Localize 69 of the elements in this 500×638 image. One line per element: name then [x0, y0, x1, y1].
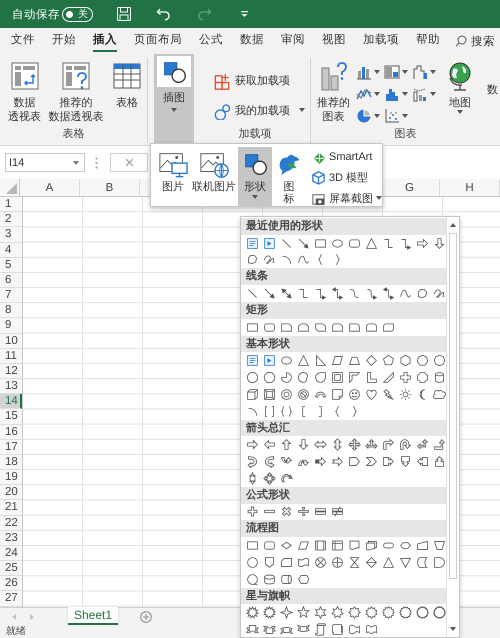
ribbon-tab[interactable]: 页面布局	[134, 28, 182, 52]
ribbon-tab[interactable]: 插入	[93, 28, 117, 52]
status-text: 就绪	[6, 626, 26, 637]
ribbon-tab[interactable]: 审阅	[281, 28, 305, 52]
row-header[interactable]: 17	[0, 440, 22, 455]
row-header[interactable]: 16	[0, 424, 22, 440]
row-header[interactable]: 23	[0, 530, 22, 546]
section-header: 流程图	[241, 520, 446, 538]
row-header[interactable]: 20	[0, 485, 22, 500]
ribbon-tab[interactable]: 帮助	[416, 28, 440, 52]
ribbon-button[interactable]: 推荐的 数据透视表	[46, 58, 106, 126]
row-header[interactable]: 24	[0, 546, 22, 562]
ribbon-button[interactable]: 获取加载项	[212, 70, 305, 90]
ribbon-button[interactable]: 地图	[442, 58, 478, 126]
row-header[interactable]: 6	[0, 272, 22, 288]
sheet-tab[interactable]: Sheet1	[68, 607, 118, 625]
menu-item[interactable]: 联机图片	[190, 147, 238, 206]
row-header[interactable]: 3	[0, 227, 22, 243]
section-header: 最近使用的形状	[241, 218, 446, 235]
row-header[interactable]: 2	[0, 212, 22, 228]
section-header: 箭头总汇	[241, 420, 446, 436]
section-header: 矩形	[241, 302, 446, 319]
row-header[interactable]: 4	[0, 242, 22, 258]
row-header[interactable]: 11	[0, 348, 22, 364]
autosave-label: 自动保存	[12, 8, 60, 22]
ribbon-tab[interactable]: 文件	[11, 28, 35, 52]
ribbon-button[interactable]: 插图	[154, 54, 194, 145]
autosave-toggle[interactable]: 关	[62, 6, 93, 22]
ribbon-tab[interactable]: 加载项	[363, 28, 399, 52]
column-header[interactable]: B	[80, 179, 140, 196]
row-header[interactable]: 25	[0, 561, 22, 576]
row-header[interactable]: 18	[0, 454, 22, 470]
column-header[interactable]: A	[20, 179, 80, 196]
section-header: 线条	[241, 268, 446, 286]
row-header[interactable]: 19	[0, 470, 22, 486]
ribbon-button[interactable]: 我的加载项	[212, 100, 305, 120]
row-header[interactable]: 9	[0, 318, 22, 334]
row-header[interactable]: 12	[0, 364, 22, 380]
section-header: 公式形状	[241, 486, 446, 504]
search-button[interactable]: 搜索	[455, 28, 495, 54]
name-box[interactable]: I14	[5, 153, 85, 172]
row-header[interactable]: 21	[0, 500, 22, 516]
ribbon-button[interactable]: 推荐的 图表	[315, 58, 352, 126]
section-header: 星与旗帜	[241, 588, 446, 604]
group-label: 加载项	[238, 127, 272, 142]
ribbon-tab[interactable]: 公式	[199, 28, 223, 52]
menu-item[interactable]: 形状	[238, 147, 272, 206]
row-header[interactable]: 22	[0, 516, 22, 531]
menu-item[interactable]: 图 标	[272, 147, 306, 206]
ribbon-button[interactable]: 表格	[109, 58, 145, 126]
menu-item[interactable]: SmartArt	[309, 149, 384, 165]
row-header[interactable]: 10	[0, 334, 22, 349]
row-header[interactable]: 14	[0, 394, 22, 410]
row-header[interactable]: 15	[0, 409, 22, 425]
ribbon-button[interactable]: 数据 透视表	[6, 58, 43, 126]
ribbon-label: 数	[487, 83, 498, 98]
row-header[interactable]: 5	[0, 258, 22, 273]
row-header[interactable]: 26	[0, 576, 22, 592]
ribbon-tab[interactable]: 开始	[52, 28, 76, 52]
row-header[interactable]: 1	[0, 197, 22, 212]
ribbon-tab[interactable]: 视图	[322, 28, 346, 52]
menu-item[interactable]: 图片	[156, 147, 190, 206]
row-header[interactable]: 7	[0, 288, 22, 304]
group-label: 表格	[62, 127, 86, 142]
row-header[interactable]: 8	[0, 303, 22, 318]
section-header: 基本形状	[241, 336, 446, 352]
column-header[interactable]: H	[440, 179, 500, 196]
ribbon-tab[interactable]: 数据	[240, 28, 264, 52]
group-label: 图表	[394, 127, 418, 142]
